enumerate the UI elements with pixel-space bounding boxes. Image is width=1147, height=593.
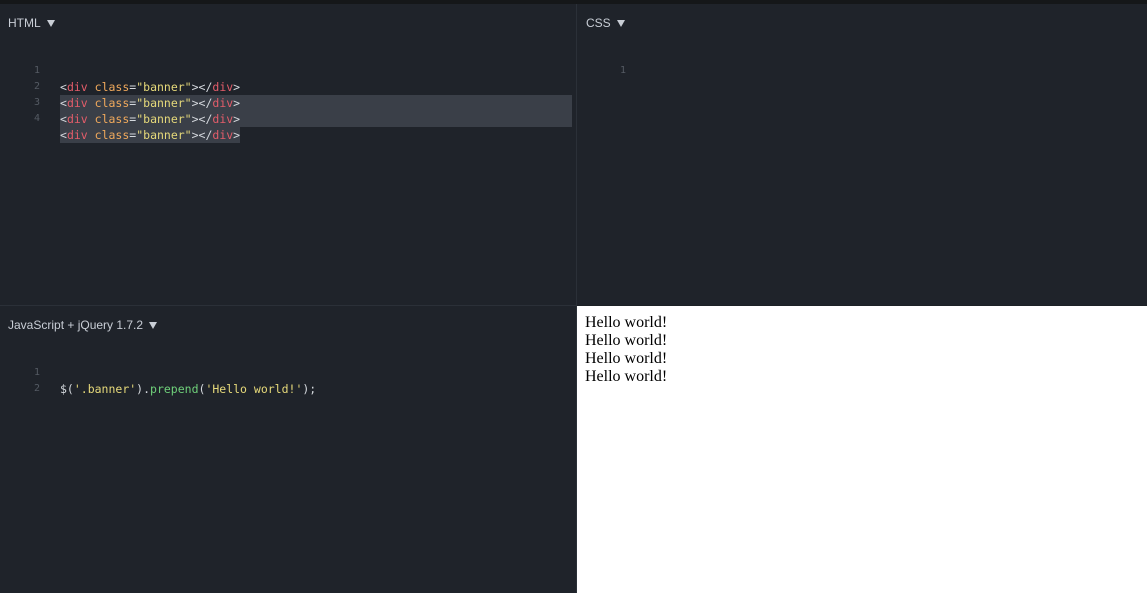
code-line: 1 <box>577 47 1147 76</box>
js-editor-pane[interactable]: JavaScript + jQuery 1.7.2 1 $('.banner')… <box>0 306 576 593</box>
code-line: 1 <div class="banner"></div> <box>0 47 576 94</box>
code-line: 1 $('.banner').prepend('Hello world!'); <box>0 349 576 396</box>
banner-output: Hello world! <box>585 350 668 367</box>
code-text: <div class="banner"></div> <box>60 80 241 94</box>
code-text: <div class="banner"></div> <box>60 127 241 143</box>
caret-down-icon[interactable] <box>149 322 158 329</box>
horizontal-pane-divider[interactable] <box>0 305 576 306</box>
css-editor-pane[interactable]: CSS 1 <box>577 4 1147 305</box>
code-line-selected: 2 <div class="banner"></div> <box>0 63 576 111</box>
result-pane: Hello world! Hello world! Hello world! H… <box>577 306 1147 593</box>
line-number: 1 <box>619 65 626 76</box>
banner-output: Hello world! <box>585 314 668 331</box>
js-code-area[interactable]: 1 $('.banner').prepend('Hello world!'); … <box>0 349 576 396</box>
code-text: <div class="banner"></div> <box>60 95 573 111</box>
caret-down-icon[interactable] <box>46 20 55 27</box>
css-pane-header[interactable]: CSS <box>586 15 625 31</box>
css-code-area[interactable]: 1 <box>577 47 1147 76</box>
code-text: <div class="banner"></div> <box>60 111 573 127</box>
js-pane-header[interactable]: JavaScript + jQuery 1.7.2 <box>8 317 158 333</box>
code-line: 2 <box>0 365 576 394</box>
html-editor-pane[interactable]: HTML 1 <div class="banner"></div> 2 <div… <box>0 4 576 305</box>
html-code-area[interactable]: 1 <div class="banner"></div> 2 <div clas… <box>0 47 576 143</box>
html-pane-header[interactable]: HTML <box>8 15 55 31</box>
css-pane-title: CSS <box>586 16 611 30</box>
html-pane-title: HTML <box>8 16 41 30</box>
js-pane-title: JavaScript + jQuery 1.7.2 <box>8 318 144 332</box>
code-text: $('.banner').prepend('Hello world!'); <box>60 382 317 396</box>
banner-output: Hello world! <box>585 368 668 385</box>
result-output: Hello world! Hello world! Hello world! H… <box>585 314 667 386</box>
caret-down-icon[interactable] <box>616 20 625 27</box>
banner-output: Hello world! <box>585 332 668 349</box>
line-number: 2 <box>33 383 40 394</box>
line-number: 4 <box>33 113 40 124</box>
